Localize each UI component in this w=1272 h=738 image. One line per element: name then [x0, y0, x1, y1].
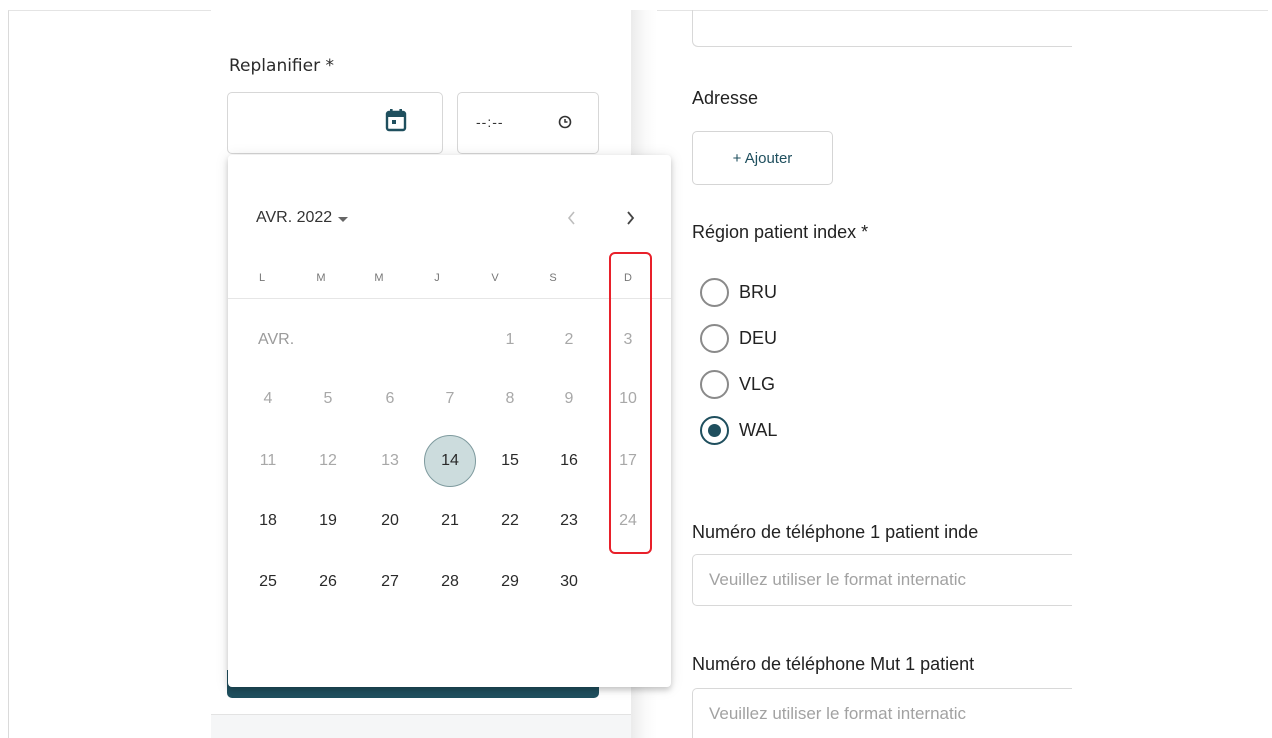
radio-button[interactable]: [700, 278, 729, 307]
caret-down-icon: [338, 216, 349, 222]
reschedule-date-input[interactable]: [227, 92, 443, 154]
calendar-day[interactable]: 19: [313, 512, 343, 530]
chevron-left-icon[interactable]: [562, 207, 582, 229]
radio-option-bru[interactable]: BRU: [700, 278, 777, 307]
reschedule-label: Replanifier *: [229, 56, 334, 76]
date-picker-popup: AVR. 2022 L M M J V S D AVR. 1 2 3 4 5 6…: [228, 155, 671, 687]
weekday-header: M: [374, 272, 384, 284]
calendar-day: 13: [381, 452, 399, 469]
sunday-column-highlight: [609, 252, 652, 554]
calendar-day[interactable]: 16: [554, 452, 584, 470]
frame-top-border: [1072, 10, 1268, 11]
weekday-header: V: [491, 272, 499, 284]
address-label: Adresse: [692, 88, 759, 108]
radio-label: WAL: [739, 420, 778, 440]
radio-option-deu[interactable]: DEU: [700, 324, 777, 353]
calendar-day: 2: [564, 331, 574, 348]
chevron-right-icon[interactable]: [620, 207, 640, 229]
calendar-day[interactable]: 20: [375, 512, 405, 530]
radio-label: DEU: [739, 328, 778, 348]
top-text-field[interactable]: [692, 10, 1072, 47]
calendar-day[interactable]: 22: [495, 512, 525, 530]
calendar-day: 1: [505, 331, 515, 348]
phone-mut1-input[interactable]: Veuillez utiliser le format internatic: [692, 688, 1072, 738]
calendar-day: 6: [385, 390, 395, 407]
calendar-day[interactable]: 15: [495, 452, 525, 470]
radio-label: BRU: [739, 282, 778, 302]
clock-icon[interactable]: [558, 115, 572, 129]
phone1-placeholder: Veuillez utiliser le format internatic: [709, 570, 967, 589]
weekday-divider: [228, 298, 671, 299]
add-address-button[interactable]: + Ajouter: [692, 131, 833, 185]
content-clip: [1072, 10, 1272, 738]
calendar-day[interactable]: 25: [253, 573, 283, 591]
calendar-day[interactable]: 29: [495, 573, 525, 591]
calendar-day[interactable]: 27: [375, 573, 405, 591]
calendar-day[interactable]: 28: [435, 573, 465, 591]
radio-label: VLG: [739, 374, 776, 394]
month-label: AVR.: [258, 331, 295, 348]
calendar-day[interactable]: 21: [435, 512, 465, 530]
calendar-day: 12: [319, 452, 337, 469]
calendar-day: 9: [564, 390, 574, 407]
phone-mut1-label: Numéro de téléphone Mut 1 patient: [692, 654, 975, 674]
phone-mut1-placeholder: Veuillez utiliser le format internatic: [709, 704, 967, 723]
calendar-day[interactable]: 18: [253, 512, 283, 530]
weekday-header: J: [434, 272, 440, 284]
calendar-day[interactable]: 23: [554, 512, 584, 530]
phone1-input[interactable]: Veuillez utiliser le format internatic: [692, 554, 1072, 606]
region-label: Région patient index *: [692, 222, 869, 242]
time-value: --:--: [476, 114, 504, 130]
calendar-day: 7: [445, 390, 455, 407]
weekday-header: S: [549, 272, 557, 284]
radio-button-selected[interactable]: [700, 416, 729, 445]
reschedule-time-input[interactable]: --:--: [457, 92, 599, 154]
month-year-selector[interactable]: AVR. 2022: [256, 209, 349, 227]
calendar-day: 11: [259, 452, 277, 469]
calendar-day: 4: [263, 390, 273, 407]
weekday-header: M: [316, 272, 326, 284]
weekday-header: L: [258, 272, 266, 284]
calendar-day[interactable]: 30: [554, 573, 584, 591]
radio-button[interactable]: [700, 324, 729, 353]
panel-footer: [211, 714, 631, 738]
calendar-day-selected[interactable]: 14: [435, 452, 465, 470]
radio-option-vlg[interactable]: VLG: [700, 370, 775, 399]
calendar-day: 8: [505, 390, 515, 407]
month-year-label: AVR. 2022: [256, 209, 333, 226]
calendar-day: 5: [323, 390, 333, 407]
calendar-day[interactable]: 26: [313, 573, 343, 591]
radio-option-wal[interactable]: WAL: [700, 416, 777, 445]
calendar-icon[interactable]: [385, 108, 407, 132]
phone1-label: Numéro de téléphone 1 patient inde: [692, 522, 979, 542]
radio-button[interactable]: [700, 370, 729, 399]
